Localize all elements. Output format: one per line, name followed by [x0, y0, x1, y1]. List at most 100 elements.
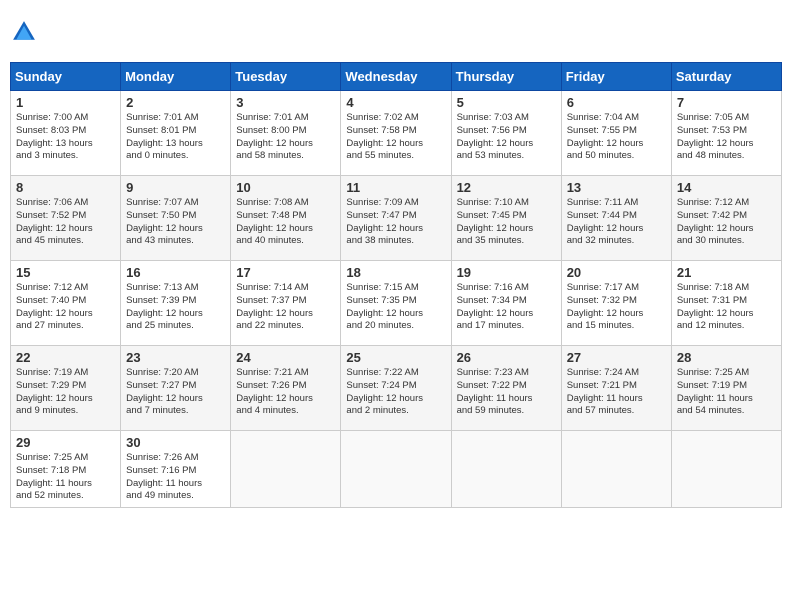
- logo: [10, 18, 42, 46]
- calendar-day-cell: 24 Sunrise: 7:21 AMSunset: 7:26 PMDayligh…: [231, 346, 341, 431]
- calendar-week-row: 22 Sunrise: 7:19 AMSunset: 7:29 PMDayligh…: [11, 346, 782, 431]
- logo-icon: [10, 18, 38, 46]
- calendar-day-cell: 22 Sunrise: 7:19 AMSunset: 7:29 PMDayligh…: [11, 346, 121, 431]
- day-detail: Sunrise: 7:22 AMSunset: 7:24 PMDaylight:…: [346, 367, 445, 418]
- day-detail: Sunrise: 7:01 AMSunset: 8:01 PMDaylight:…: [126, 112, 225, 163]
- calendar-day-cell: 15 Sunrise: 7:12 AMSunset: 7:40 PMDayligh…: [11, 261, 121, 346]
- day-detail: Sunrise: 7:21 AMSunset: 7:26 PMDaylight:…: [236, 367, 335, 418]
- page-header: [10, 10, 782, 54]
- day-number: 9: [126, 180, 225, 195]
- day-detail: Sunrise: 7:10 AMSunset: 7:45 PMDaylight:…: [457, 197, 556, 248]
- day-detail: Sunrise: 7:23 AMSunset: 7:22 PMDaylight:…: [457, 367, 556, 418]
- day-detail: Sunrise: 7:24 AMSunset: 7:21 PMDaylight:…: [567, 367, 666, 418]
- calendar-day-cell: 7 Sunrise: 7:05 AMSunset: 7:53 PMDaylight…: [671, 91, 781, 176]
- calendar-day-cell: 27 Sunrise: 7:24 AMSunset: 7:21 PMDayligh…: [561, 346, 671, 431]
- day-number: 21: [677, 265, 776, 280]
- day-number: 18: [346, 265, 445, 280]
- day-number: 1: [16, 95, 115, 110]
- day-number: 5: [457, 95, 556, 110]
- calendar-day-cell: 11 Sunrise: 7:09 AMSunset: 7:47 PMDayligh…: [341, 176, 451, 261]
- day-number: 3: [236, 95, 335, 110]
- weekday-header: Thursday: [451, 63, 561, 91]
- day-number: 24: [236, 350, 335, 365]
- calendar-day-cell: 25Sunrise: 7:22 AMSunset: 7:24 PMDayligh…: [341, 346, 451, 431]
- calendar-page: SundayMondayTuesdayWednesdayThursdayFrid…: [10, 10, 782, 508]
- calendar-week-row: 29 Sunrise: 7:25 AMSunset: 7:18 PMDayligh…: [11, 431, 782, 508]
- calendar-day-cell: 30 Sunrise: 7:26 AMSunset: 7:16 PMDayligh…: [121, 431, 231, 508]
- weekday-header: Saturday: [671, 63, 781, 91]
- weekday-header: Sunday: [11, 63, 121, 91]
- day-detail: Sunrise: 7:25 AMSunset: 7:19 PMDaylight:…: [677, 367, 776, 418]
- day-number: 20: [567, 265, 666, 280]
- day-number: 12: [457, 180, 556, 195]
- calendar-day-cell: 26 Sunrise: 7:23 AMSunset: 7:22 PMDayligh…: [451, 346, 561, 431]
- day-detail: Sunrise: 7:08 AMSunset: 7:48 PMDaylight:…: [236, 197, 335, 248]
- day-number: 22: [16, 350, 115, 365]
- day-number: 16: [126, 265, 225, 280]
- day-number: 2: [126, 95, 225, 110]
- calendar-day-cell: 10 Sunrise: 7:08 AMSunset: 7:48 PMDayligh…: [231, 176, 341, 261]
- calendar-day-cell: 3 Sunrise: 7:01 AMSunset: 8:00 PMDaylight…: [231, 91, 341, 176]
- day-number: 26: [457, 350, 556, 365]
- weekday-header: Wednesday: [341, 63, 451, 91]
- calendar-day-cell: 1 Sunrise: 7:00 AMSunset: 8:03 PMDaylight…: [11, 91, 121, 176]
- calendar-week-row: 8 Sunrise: 7:06 AMSunset: 7:52 PMDaylight…: [11, 176, 782, 261]
- day-number: 14: [677, 180, 776, 195]
- calendar-day-cell: 9 Sunrise: 7:07 AMSunset: 7:50 PMDaylight…: [121, 176, 231, 261]
- calendar-day-cell: 19 Sunrise: 7:16 AMSunset: 7:34 PMDayligh…: [451, 261, 561, 346]
- weekday-header: Friday: [561, 63, 671, 91]
- day-detail: Sunrise: 7:14 AMSunset: 7:37 PMDaylight:…: [236, 282, 335, 333]
- weekday-header-row: SundayMondayTuesdayWednesdayThursdayFrid…: [11, 63, 782, 91]
- day-detail: Sunrise: 7:01 AMSunset: 8:00 PMDaylight:…: [236, 112, 335, 163]
- calendar-day-cell: 16 Sunrise: 7:13 AMSunset: 7:39 PMDayligh…: [121, 261, 231, 346]
- calendar-day-cell: 12 Sunrise: 7:10 AMSunset: 7:45 PMDayligh…: [451, 176, 561, 261]
- calendar-week-row: 1 Sunrise: 7:00 AMSunset: 8:03 PMDaylight…: [11, 91, 782, 176]
- day-number: 30: [126, 435, 225, 450]
- day-detail: Sunrise: 7:12 AMSunset: 7:40 PMDaylight:…: [16, 282, 115, 333]
- calendar-day-cell: 18 Sunrise: 7:15 AMSunset: 7:35 PMDayligh…: [341, 261, 451, 346]
- day-detail: Sunrise: 7:09 AMSunset: 7:47 PMDaylight:…: [346, 197, 445, 248]
- calendar-week-row: 15 Sunrise: 7:12 AMSunset: 7:40 PMDayligh…: [11, 261, 782, 346]
- day-number: 13: [567, 180, 666, 195]
- calendar-day-cell: [671, 431, 781, 508]
- day-number: 17: [236, 265, 335, 280]
- day-detail: Sunrise: 7:20 AMSunset: 7:27 PMDaylight:…: [126, 367, 225, 418]
- day-number: 10: [236, 180, 335, 195]
- calendar-day-cell: 13 Sunrise: 7:11 AMSunset: 7:44 PMDayligh…: [561, 176, 671, 261]
- day-number: 8: [16, 180, 115, 195]
- day-detail: Sunrise: 7:07 AMSunset: 7:50 PMDaylight:…: [126, 197, 225, 248]
- day-detail: Sunrise: 7:25 AMSunset: 7:18 PMDaylight:…: [16, 452, 115, 503]
- calendar-day-cell: 4 Sunrise: 7:02 AMSunset: 7:58 PMDaylight…: [341, 91, 451, 176]
- calendar-day-cell: 17 Sunrise: 7:14 AMSunset: 7:37 PMDayligh…: [231, 261, 341, 346]
- calendar-day-cell: 20Sunrise: 7:17 AMSunset: 7:32 PMDayligh…: [561, 261, 671, 346]
- day-number: 6: [567, 95, 666, 110]
- day-detail: Sunrise: 7:05 AMSunset: 7:53 PMDaylight:…: [677, 112, 776, 163]
- day-number: 28: [677, 350, 776, 365]
- day-number: 11: [346, 180, 445, 195]
- calendar-day-cell: 23Sunrise: 7:20 AMSunset: 7:27 PMDayligh…: [121, 346, 231, 431]
- calendar-day-cell: 21 Sunrise: 7:18 AMSunset: 7:31 PMDayligh…: [671, 261, 781, 346]
- day-number: 27: [567, 350, 666, 365]
- calendar-table: SundayMondayTuesdayWednesdayThursdayFrid…: [10, 62, 782, 508]
- day-detail: Sunrise: 7:26 AMSunset: 7:16 PMDaylight:…: [126, 452, 225, 503]
- calendar-day-cell: 14Sunrise: 7:12 AMSunset: 7:42 PMDayligh…: [671, 176, 781, 261]
- day-number: 19: [457, 265, 556, 280]
- day-detail: Sunrise: 7:02 AMSunset: 7:58 PMDaylight:…: [346, 112, 445, 163]
- day-number: 4: [346, 95, 445, 110]
- calendar-day-cell: [451, 431, 561, 508]
- day-detail: Sunrise: 7:13 AMSunset: 7:39 PMDaylight:…: [126, 282, 225, 333]
- day-detail: Sunrise: 7:11 AMSunset: 7:44 PMDaylight:…: [567, 197, 666, 248]
- day-detail: Sunrise: 7:19 AMSunset: 7:29 PMDaylight:…: [16, 367, 115, 418]
- day-detail: Sunrise: 7:00 AMSunset: 8:03 PMDaylight:…: [16, 112, 115, 163]
- calendar-day-cell: 5Sunrise: 7:03 AMSunset: 7:56 PMDaylight…: [451, 91, 561, 176]
- day-detail: Sunrise: 7:16 AMSunset: 7:34 PMDaylight:…: [457, 282, 556, 333]
- day-detail: Sunrise: 7:15 AMSunset: 7:35 PMDaylight:…: [346, 282, 445, 333]
- day-number: 7: [677, 95, 776, 110]
- day-number: 29: [16, 435, 115, 450]
- day-detail: Sunrise: 7:06 AMSunset: 7:52 PMDaylight:…: [16, 197, 115, 248]
- day-detail: Sunrise: 7:18 AMSunset: 7:31 PMDaylight:…: [677, 282, 776, 333]
- calendar-day-cell: 8 Sunrise: 7:06 AMSunset: 7:52 PMDaylight…: [11, 176, 121, 261]
- calendar-day-cell: 29 Sunrise: 7:25 AMSunset: 7:18 PMDayligh…: [11, 431, 121, 508]
- day-number: 15: [16, 265, 115, 280]
- calendar-day-cell: 6Sunrise: 7:04 AMSunset: 7:55 PMDaylight…: [561, 91, 671, 176]
